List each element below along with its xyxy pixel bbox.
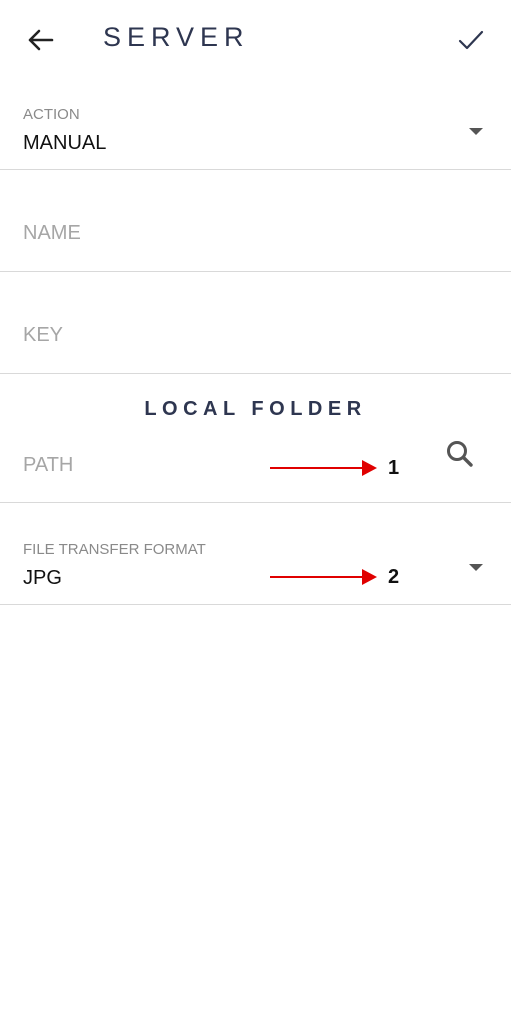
search-button[interactable] — [440, 436, 480, 472]
action-label: ACTION — [23, 106, 80, 123]
annotation-arrowhead-2 — [362, 569, 377, 585]
check-icon — [458, 30, 484, 50]
arrow-left-icon — [28, 29, 54, 51]
action-value: MANUAL — [23, 132, 107, 154]
file-transfer-format-label: FILE TRANSFER FORMAT — [23, 541, 206, 558]
chevron-down-icon — [469, 564, 483, 571]
name-placeholder: NAME — [23, 222, 81, 244]
top-app-bar: SERVER — [0, 0, 511, 80]
path-placeholder: PATH — [23, 454, 74, 476]
key-field[interactable]: KEY — [0, 272, 511, 374]
search-icon — [447, 441, 473, 467]
action-dropdown[interactable]: ACTION MANUAL — [0, 90, 511, 170]
file-transfer-format-dropdown[interactable]: FILE TRANSFER FORMAT JPG — [0, 503, 511, 605]
annotation-arrow-1 — [270, 467, 365, 469]
back-button[interactable] — [20, 22, 60, 58]
annotation-arrowhead-1 — [362, 460, 377, 476]
confirm-button[interactable] — [453, 22, 489, 58]
annotation-label-1: 1 — [388, 457, 400, 479]
name-field[interactable]: NAME — [0, 170, 511, 272]
file-transfer-format-value: JPG — [23, 567, 62, 589]
chevron-down-icon — [469, 128, 483, 135]
page-title: SERVER — [103, 22, 250, 52]
path-field[interactable]: PATH — [0, 374, 511, 503]
annotation-label-2: 2 — [388, 566, 400, 588]
annotation-arrow-2 — [270, 576, 365, 578]
key-placeholder: KEY — [23, 324, 64, 346]
